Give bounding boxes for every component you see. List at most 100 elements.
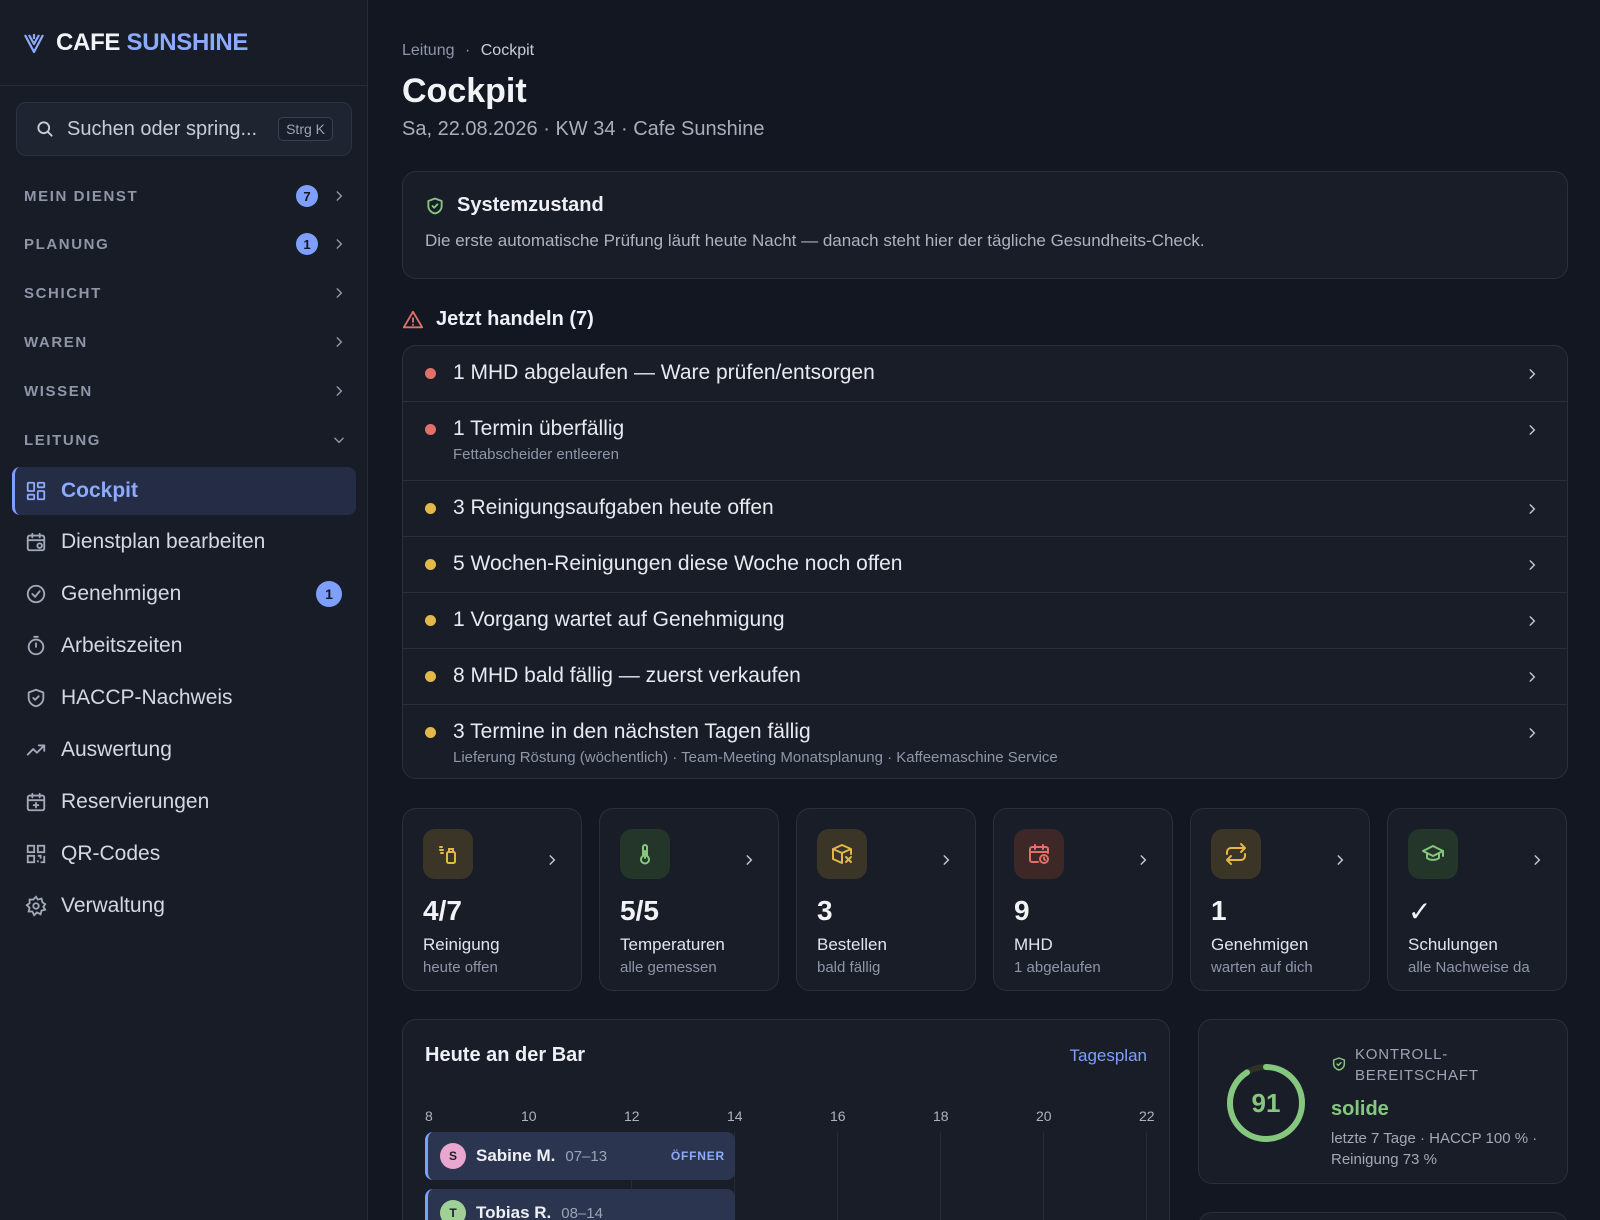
hour-tick: 12 — [624, 1108, 640, 1124]
next-card — [1198, 1212, 1568, 1220]
section-mein-dienst[interactable]: MEIN DIENST 7 — [24, 182, 346, 210]
chevron-down-icon — [334, 437, 344, 444]
section-planung[interactable]: PLANUNG 1 — [24, 230, 346, 258]
hour-tick: 22 — [1139, 1108, 1155, 1124]
breadcrumb-current: Cockpit — [480, 42, 535, 59]
count-badge: 7 — [296, 185, 318, 207]
graduation-cap-icon — [1422, 845, 1444, 861]
readiness-score: 91 — [1251, 1087, 1281, 1118]
action-item[interactable]: 1 MHD abgelaufen — Ware prüfen/entsorgen — [403, 346, 1567, 402]
shield-check-icon — [1332, 1057, 1346, 1071]
spray-bottle-icon — [439, 846, 456, 864]
action-item[interactable]: 1 Vorgang wartet auf Genehmigung — [403, 593, 1567, 649]
nav-item-haccp[interactable]: HACCP-Nachweis — [12, 674, 356, 722]
logo-icon — [24, 33, 44, 53]
system-status-title: Systemzustand — [457, 194, 604, 216]
hour-tick: 20 — [1036, 1108, 1052, 1124]
nav-item-verwaltung[interactable]: Verwaltung — [12, 882, 356, 930]
hour-gridline — [1146, 1132, 1147, 1220]
actions-header: Jetzt handeln (7) — [402, 308, 594, 331]
action-item[interactable]: 3 Reinigungsaufgaben heute offen — [403, 481, 1567, 537]
chevron-right-icon — [1534, 855, 1541, 865]
shield-check-icon — [27, 688, 45, 708]
chevron-right-icon — [1529, 504, 1536, 514]
hour-tick: 14 — [727, 1108, 743, 1124]
kpi-card-schulungen[interactable]: ✓ Schulungen alle Nachweise da — [1387, 808, 1567, 991]
dashboard-icon — [26, 481, 46, 501]
nav-item-reservierungen[interactable]: Reservierungen — [12, 778, 356, 826]
stopwatch-icon — [27, 635, 45, 656]
tagesplan-link[interactable]: Tagesplan — [1069, 1046, 1147, 1066]
avatar: T — [440, 1200, 466, 1220]
qr-code-icon — [26, 844, 46, 864]
system-status-text: Die erste automatische Prüfung läuft heu… — [425, 231, 1205, 250]
page-title: Cockpit — [402, 72, 527, 110]
avatar: S — [440, 1143, 466, 1169]
readiness-card[interactable]: 91 KONTROLL-BEREITSCHAFT solide letzte 7… — [1198, 1019, 1568, 1184]
warning-icon — [402, 310, 424, 328]
nav-item-arbeitszeiten[interactable]: Arbeitszeiten — [12, 622, 356, 670]
action-item[interactable]: 3 Termine in den nächsten Tagen fällig L… — [403, 705, 1567, 778]
search-placeholder: Suchen oder spring... — [67, 117, 258, 140]
calendar-clock-icon — [1029, 844, 1049, 864]
kpi-card-mhd[interactable]: 9 MHD 1 abgelaufen — [993, 808, 1173, 991]
readiness-label: KONTROLL-BEREITSCHAFT — [1355, 1046, 1479, 1084]
repeat-arrows-icon — [1226, 843, 1246, 865]
count-badge: 1 — [316, 581, 342, 607]
action-item[interactable]: 1 Termin überfällig Fettabscheider entle… — [403, 402, 1567, 481]
chevron-right-icon — [336, 386, 343, 396]
shield-check-icon — [427, 197, 443, 214]
action-item[interactable]: 8 MHD bald fällig — zuerst verkaufen — [403, 649, 1567, 705]
section-leitung[interactable]: LEITUNG — [24, 426, 346, 454]
hour-tick: 16 — [830, 1108, 846, 1124]
readiness-value: solide — [1331, 1098, 1389, 1120]
system-status-card: Systemzustand Die erste automatische Prü… — [402, 171, 1568, 279]
chevron-right-icon — [1337, 855, 1344, 865]
action-item[interactable]: 5 Wochen-Reinigungen diese Woche noch of… — [403, 537, 1567, 593]
search-icon — [37, 121, 53, 137]
gear-icon — [25, 895, 47, 917]
actions-list: 1 MHD abgelaufen — Ware prüfen/entsorgen… — [402, 345, 1568, 779]
search-input[interactable]: Suchen oder spring... Strg K — [16, 102, 352, 156]
calendar-plus-icon — [26, 792, 46, 812]
breadcrumb-parent[interactable]: Leitung — [402, 42, 455, 59]
nav-item-genehmigen[interactable]: Genehmigen 1 — [12, 570, 356, 618]
severity-dot — [425, 671, 436, 682]
brand[interactable]: CAFE SUNSHINE — [0, 0, 367, 86]
chevron-right-icon — [336, 288, 343, 298]
kpi-card-temperaturen[interactable]: 5/5 Temperaturen alle gemessen — [599, 808, 779, 991]
chevron-right-icon — [1529, 672, 1536, 682]
chevron-right-icon — [1529, 728, 1536, 738]
hour-tick: 10 — [521, 1108, 537, 1124]
kpi-card-genehmigen[interactable]: 1 Genehmigen warten auf dich — [1190, 808, 1370, 991]
nav-item-qr-codes[interactable]: QR-Codes — [12, 830, 356, 878]
section-schicht[interactable]: SCHICHT — [24, 279, 346, 307]
trend-up-icon — [26, 744, 46, 756]
breadcrumb: Leitung · Cockpit — [402, 42, 535, 59]
chevron-right-icon — [943, 855, 950, 865]
kpi-card-reinigung[interactable]: 4/7 Reinigung heute offen — [402, 808, 582, 991]
nav-item-auswertung[interactable]: Auswertung — [12, 726, 356, 774]
hour-tick: 8 — [425, 1108, 433, 1124]
severity-dot — [425, 503, 436, 514]
section-wissen[interactable]: WISSEN — [24, 377, 346, 405]
check-circle-icon — [26, 584, 46, 604]
severity-dot — [425, 424, 436, 435]
chevron-right-icon — [1529, 425, 1536, 435]
chevron-right-icon — [336, 191, 343, 201]
brand-name: CAFE SUNSHINE — [56, 28, 249, 56]
chevron-right-icon — [1529, 560, 1536, 570]
nav-item-dienstplan[interactable]: Dienstplan bearbeiten — [12, 518, 356, 566]
section-waren[interactable]: WAREN — [24, 328, 346, 356]
kpi-card-bestellen[interactable]: 3 Bestellen bald fällig — [796, 808, 976, 991]
page-subtitle: Sa, 22.08.2026 · KW 34 · Cafe Sunshine — [402, 118, 765, 140]
shift-bar[interactable]: T Tobias R. 08–14 — [425, 1189, 735, 1220]
hour-gridline — [940, 1132, 941, 1220]
chevron-right-icon — [746, 855, 753, 865]
count-badge: 1 — [296, 233, 318, 255]
shift-bar[interactable]: S Sabine M. 07–13 ÖFFNER — [425, 1132, 735, 1180]
bar-schedule-card: Heute an der Bar Tagesplan 8 10 12 14 16 18 20… — [402, 1019, 1170, 1220]
package-x-icon — [832, 844, 852, 864]
hour-gridline — [837, 1132, 838, 1220]
nav-item-cockpit[interactable]: Cockpit — [12, 467, 356, 515]
